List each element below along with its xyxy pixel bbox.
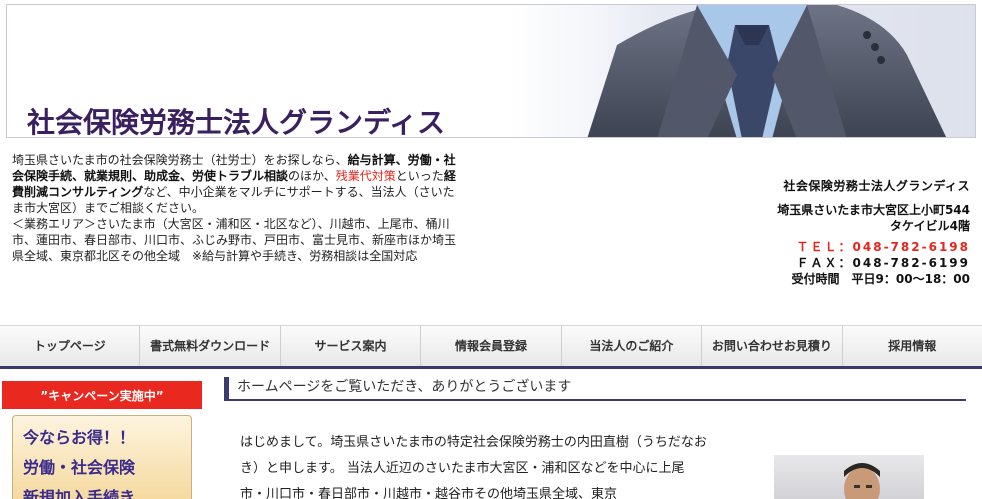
nav-item-about[interactable]: 当法人のご紹介 <box>562 326 703 366</box>
banner-line1: 今ならお得！！ <box>23 428 136 447</box>
contact-company: 社会保険労務士法人グランディス <box>783 179 970 193</box>
header-businessman-photo <box>547 5 975 137</box>
representative-portrait-icon <box>844 463 880 499</box>
main-greeting-text: はじめまして。埼玉県さいたま市の特定社会保険労務士の内田直樹（うちだなおき）と申… <box>240 435 707 499</box>
global-nav: トップページ 書式無料ダウンロード サービス案内 情報会員登録 当法人のご紹介 … <box>0 325 982 369</box>
banner-line3: 新規加入手続き <box>23 488 136 499</box>
nav-item-recruit[interactable]: 採用情報 <box>843 326 982 366</box>
nav-item-contact[interactable]: お問い合わせお見積り <box>702 326 843 366</box>
contact-fax: ＦＡＸ：048-782-6199 <box>796 256 970 270</box>
nav-item-services[interactable]: サービス案内 <box>281 326 422 366</box>
intro-p1-c: のほか、 <box>288 169 336 183</box>
intro-text: 埼玉県さいたま市の社会保険労務士（社労士）をお探しなら、給与計算、労働・社会保険… <box>12 152 460 264</box>
contact-tel[interactable]: ＴＥＬ：048-782-6198 <box>777 239 970 255</box>
campaign-banner[interactable]: 今ならお得！！ 労働・社会保険 新規加入手続き <box>12 415 192 499</box>
contact-block: 社会保険労務士法人グランディス 埼玉県さいたま市大宮区上小町544 タケイビル4… <box>777 178 970 287</box>
intro-p1-e: といった <box>395 169 444 183</box>
site-header: 社会保険労務士法人グランディス <box>6 4 976 138</box>
banner-line2: 労働・社会保険 <box>23 458 136 477</box>
contact-address2: タケイビル4階 <box>889 219 970 233</box>
nav-item-download[interactable]: 書式無料ダウンロード <box>140 326 281 366</box>
nav-item-member[interactable]: 情報会員登録 <box>421 326 562 366</box>
sidebar: ”キャンペーン実施中” 今ならお得！！ 労働・社会保険 新規加入手続き <box>2 381 202 499</box>
nav-item-top[interactable]: トップページ <box>0 326 141 366</box>
intro-p1-overtime-link[interactable]: 残業代対策 <box>336 169 396 183</box>
site-title[interactable]: 社会保険労務士法人グランディス <box>27 101 445 137</box>
campaign-header: ”キャンペーン実施中” <box>2 381 202 409</box>
main-heading: ホームページをご覧いただき、ありがとうございます <box>224 377 966 401</box>
intro-area: ＜業務エリア＞さいたま市（大宮区・浦和区・北区など）、川越市、上尾市、桶川市、蓮… <box>12 217 457 263</box>
contact-hours: 受付時間 平日9：00〜18：00 <box>791 272 970 286</box>
contact-address1: 埼玉県さいたま市大宮区上小町544 <box>777 203 970 217</box>
representative-photo <box>774 455 924 499</box>
intro-p1-a: 埼玉県さいたま市の社会保険労務士（社労士）をお探しなら、 <box>12 153 348 167</box>
